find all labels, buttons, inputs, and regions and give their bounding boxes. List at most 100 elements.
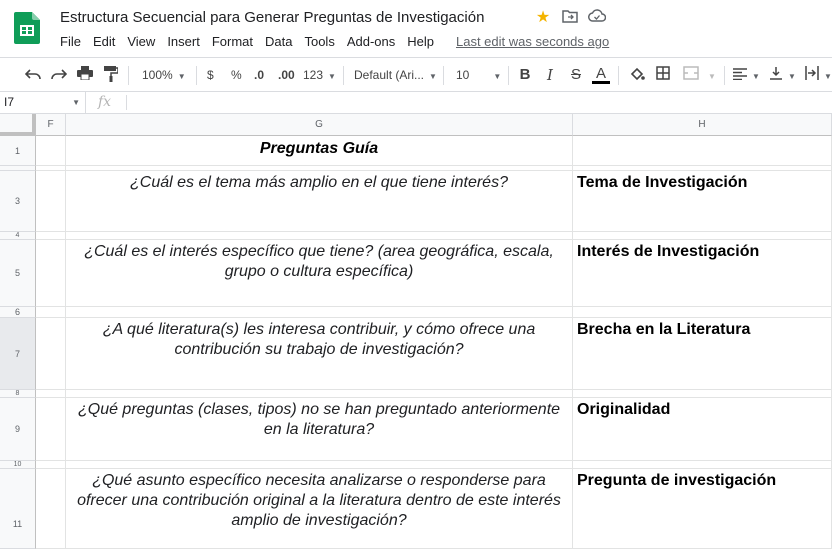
toolbar: 100% ▼ $ % .0 .00 123 ▼ Default (Ari... ▼ 1… xyxy=(0,57,832,92)
formula-input[interactable] xyxy=(132,95,822,111)
row-header-5[interactable]: 5 xyxy=(0,240,36,307)
cell-g7[interactable]: ¿A qué literatura(s) les interesa contri… xyxy=(66,318,573,390)
chevron-down-icon: ▼ xyxy=(429,72,437,81)
cell-g1[interactable]: Preguntas Guía xyxy=(66,136,573,166)
cell-h8[interactable] xyxy=(573,390,832,398)
percent-format-button[interactable]: % xyxy=(231,66,242,84)
cell-g10[interactable] xyxy=(66,461,573,469)
decrease-decimal-button[interactable]: .0 xyxy=(254,66,264,84)
menu-format[interactable]: Format xyxy=(212,34,253,49)
currency-format-button[interactable]: $ xyxy=(207,66,214,84)
menu-edit[interactable]: Edit xyxy=(93,34,115,49)
sheets-logo-icon[interactable] xyxy=(14,12,40,44)
spreadsheet-grid: F G H 1 3 4 5 6 7 8 9 10 11 Preguntas Gu… xyxy=(0,114,832,549)
cloud-status-icon[interactable] xyxy=(588,9,607,27)
cell-h5[interactable]: Interés de Investigación xyxy=(573,240,832,307)
cell-f4[interactable] xyxy=(36,232,66,240)
function-icon: fx xyxy=(98,94,112,110)
number-format-select[interactable]: 123 ▼ xyxy=(303,66,336,84)
cell-f11[interactable] xyxy=(36,469,66,549)
name-box-value: I7 xyxy=(4,95,15,109)
row-header-10[interactable]: 10 xyxy=(0,461,36,469)
cell-f10[interactable] xyxy=(36,461,66,469)
cell-g9[interactable]: ¿Qué preguntas (clases, tipos) no se han… xyxy=(66,398,573,461)
zoom-value: 100% xyxy=(142,68,173,82)
bold-button[interactable]: B xyxy=(516,66,534,84)
star-icon[interactable]: ★ xyxy=(534,9,552,27)
text-wrapping-dropdown-icon[interactable]: ▼ xyxy=(819,66,832,84)
cell-f9[interactable] xyxy=(36,398,66,461)
borders-icon[interactable] xyxy=(654,66,672,84)
horizontal-align-dropdown-icon[interactable]: ▼ xyxy=(747,66,760,84)
name-box[interactable]: I7 ▼ xyxy=(0,92,86,113)
paint-format-icon[interactable] xyxy=(102,66,120,84)
row-header-7[interactable]: 7 xyxy=(0,318,36,390)
cell-h3[interactable]: Tema de Investigación xyxy=(573,171,832,232)
column-header-f[interactable]: F xyxy=(36,114,66,136)
cell-f8[interactable] xyxy=(36,390,66,398)
cell-f6[interactable] xyxy=(36,307,66,318)
cell-g3[interactable]: ¿Cuál es el tema más amplio en el que ti… xyxy=(66,171,573,232)
print-icon[interactable] xyxy=(76,66,94,84)
menu-file[interactable]: File xyxy=(60,34,81,49)
italic-button[interactable]: I xyxy=(541,66,559,84)
cell-g6[interactable] xyxy=(66,307,573,318)
menu-insert[interactable]: Insert xyxy=(167,34,200,49)
row-header-9[interactable]: 9 xyxy=(0,398,36,461)
move-folder-icon[interactable] xyxy=(561,9,579,27)
zoom-select[interactable]: 100% ▼ xyxy=(142,66,186,84)
menu-data[interactable]: Data xyxy=(265,34,292,49)
cell-h7[interactable]: Brecha en la Literatura xyxy=(573,318,832,390)
cell-h10[interactable] xyxy=(573,461,832,469)
cell-h9[interactable]: Originalidad xyxy=(573,398,832,461)
row-header-6[interactable]: 6 xyxy=(0,307,36,318)
column-header-g[interactable]: G xyxy=(66,114,573,136)
text-color-button[interactable]: A xyxy=(592,66,610,84)
vertical-align-dropdown-icon[interactable]: ▼ xyxy=(783,66,796,84)
row-header-3[interactable]: 3 xyxy=(0,171,36,232)
formula-bar: I7 ▼ fx xyxy=(0,92,832,114)
cell-g8[interactable] xyxy=(66,390,573,398)
font-size-select[interactable]: 10 ▼ xyxy=(456,66,501,84)
last-edit-link[interactable]: Last edit was seconds ago xyxy=(456,34,609,49)
menu-bar: File Edit View Insert Format Data Tools … xyxy=(60,34,621,49)
font-family-label: Default (Ari... xyxy=(354,68,425,82)
font-family-select[interactable]: Default (Ari... ▼ xyxy=(354,66,437,84)
number-format-label: 123 xyxy=(303,68,324,82)
cell-g11[interactable]: ¿Qué asunto específico necesita analizar… xyxy=(66,469,573,549)
document-title[interactable]: Estructura Secuencial para Generar Pregu… xyxy=(60,9,484,26)
cell-g4[interactable] xyxy=(66,232,573,240)
fill-color-icon[interactable] xyxy=(628,66,646,84)
chevron-down-icon: ▼ xyxy=(328,72,336,81)
column-header-h[interactable]: H xyxy=(573,114,832,136)
row-header-11[interactable]: 11 xyxy=(0,469,36,549)
menu-addons[interactable]: Add-ons xyxy=(347,34,395,49)
cell-f3[interactable] xyxy=(36,171,66,232)
title-icons: ★ xyxy=(534,9,607,27)
select-all-corner[interactable] xyxy=(0,114,36,136)
row-header-1[interactable]: 1 xyxy=(0,136,36,166)
undo-icon[interactable] xyxy=(24,66,42,84)
cell-g5[interactable]: ¿Cuál es el interés específico que tiene… xyxy=(66,240,573,307)
title-bar: Estructura Secuencial para Generar Pregu… xyxy=(0,0,832,56)
row-header-4[interactable]: 4 xyxy=(0,232,36,240)
chevron-down-icon: ▼ xyxy=(493,72,502,81)
strikethrough-button[interactable]: S xyxy=(567,66,585,84)
merge-cells-icon[interactable] xyxy=(682,66,700,84)
cell-h11[interactable]: Pregunta de investigación xyxy=(573,469,832,549)
cell-f5[interactable] xyxy=(36,240,66,307)
cell-h4[interactable] xyxy=(573,232,832,240)
cell-f1[interactable] xyxy=(36,136,66,166)
menu-help[interactable]: Help xyxy=(407,34,434,49)
increase-decimal-button[interactable]: .00 xyxy=(278,66,295,84)
row-header-8[interactable]: 8 xyxy=(0,390,36,398)
cell-h6[interactable] xyxy=(573,307,832,318)
menu-tools[interactable]: Tools xyxy=(304,34,334,49)
menu-view[interactable]: View xyxy=(127,34,155,49)
redo-icon[interactable] xyxy=(50,66,68,84)
cell-f7[interactable] xyxy=(36,318,66,390)
cell-h1[interactable] xyxy=(573,136,832,166)
merge-dropdown-icon[interactable]: ▼ xyxy=(703,66,716,84)
font-size-label: 10 xyxy=(456,68,470,82)
chevron-down-icon: ▼ xyxy=(177,72,186,81)
